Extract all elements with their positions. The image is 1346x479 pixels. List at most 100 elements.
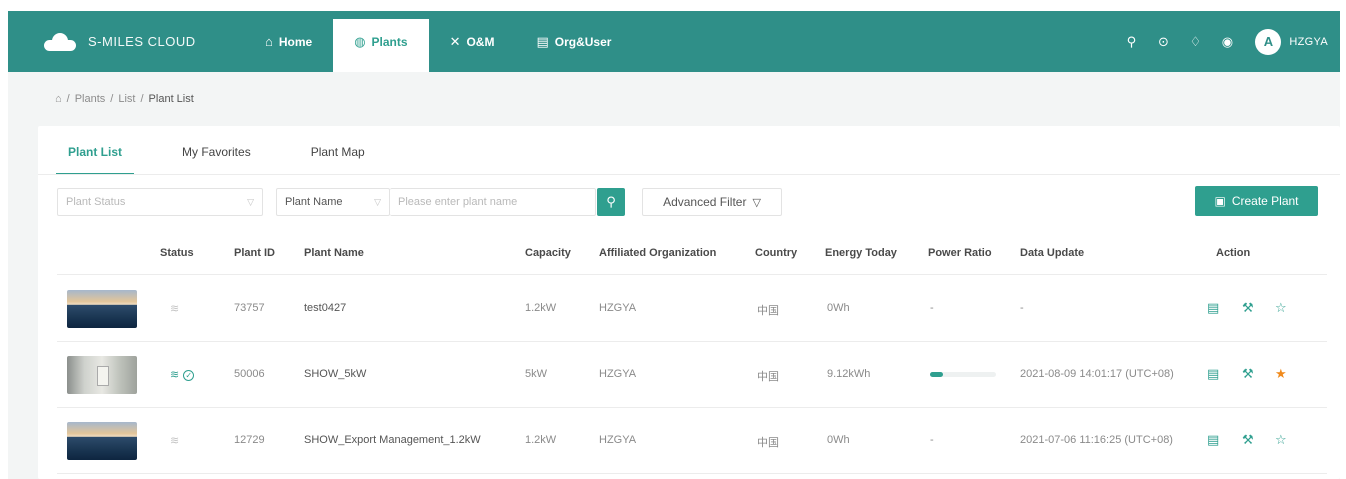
app-window: S-MILES CLOUD ⌂ Home ◍ Plants ✕ O&M ▤ Or… (0, 0, 1346, 479)
energy-today: 0Wh (827, 302, 850, 314)
tab-my-favorites[interactable]: My Favorites (152, 135, 281, 175)
table-row[interactable]: ≋ ✓ 50006 SHOW_5kW 5kW HZGYA 中国 9.12kWh 2… (57, 342, 1327, 408)
table-row[interactable]: ≋ 12729 SHOW_Export Management_1.2kW 1.2… (57, 408, 1327, 474)
star-outline-icon[interactable]: ☆ (1275, 300, 1287, 316)
report-icon[interactable]: ▤ (1207, 300, 1219, 316)
column-header-action: Action (1216, 247, 1251, 259)
tab-plant-map[interactable]: Plant Map (281, 135, 395, 175)
nav-item-label: Home (278, 34, 313, 49)
home-icon: ⌂ (265, 34, 273, 49)
column-header-plant-id: Plant ID (234, 247, 275, 259)
energy-today: 0Wh (827, 434, 850, 446)
column-header-status: Status (160, 247, 194, 259)
breadcrumb-item-plants[interactable]: Plants (75, 93, 106, 105)
energy-today: 9.12kWh (827, 368, 871, 380)
data-update-time: 2021-07-06 11:16:25 (UTC+08) (1020, 434, 1173, 446)
wifi-online-icon: ≋ ✓ (170, 368, 195, 381)
wifi-offline-icon: ≋ (170, 303, 180, 315)
tab-bar: Plant List My Favorites Plant Map (38, 135, 395, 175)
data-update-time: 2021-08-09 14:01:17 (UTC+08) (1020, 368, 1174, 380)
column-header-plant-name: Plant Name (304, 247, 364, 259)
advanced-filter-label: Advanced Filter (663, 195, 747, 209)
plant-thumbnail[interactable] (67, 290, 137, 328)
plant-status-placeholder: Plant Status (66, 196, 126, 208)
breadcrumb: ⌂ / Plants / List / Plant List (55, 93, 199, 105)
column-header-affiliated-organization: Affiliated Organization (599, 247, 717, 259)
plant-id: 12729 (234, 434, 265, 446)
power-ratio-bar (930, 372, 996, 377)
check-circle-icon: ✓ (183, 370, 195, 381)
filter-icon: ▽ (752, 196, 761, 209)
column-header-data-update: Data Update (1020, 247, 1085, 259)
wrench-icon[interactable]: ⚒ (1242, 432, 1254, 448)
top-nav: S-MILES CLOUD ⌂ Home ◍ Plants ✕ O&M ▤ Or… (8, 11, 1340, 72)
report-icon[interactable]: ▤ (1207, 366, 1219, 382)
username[interactable]: HZGYA (1289, 36, 1328, 48)
breadcrumb-separator: / (66, 93, 70, 105)
column-header-energy-today: Energy Today (825, 247, 897, 259)
tab-divider (38, 174, 1340, 175)
wrench-icon[interactable]: ⚒ (1242, 300, 1254, 316)
breadcrumb-item-list[interactable]: List (118, 93, 135, 105)
chevron-down-icon: ▽ (374, 196, 381, 207)
plant-capacity: 1.2kW (525, 434, 557, 446)
plant-organization: HZGYA (599, 434, 637, 446)
brand-name: S-MILES CLOUD (88, 34, 196, 49)
plant-capacity: 1.2kW (525, 302, 557, 314)
nav-item-label: O&M (466, 34, 495, 49)
nav-item-org-user[interactable]: ▤ Org&User (515, 11, 632, 72)
org-icon: ▤ (536, 33, 549, 49)
nav-item-plants[interactable]: ◍ Plants (333, 19, 429, 72)
nav-item-home[interactable]: ⌂ Home (244, 11, 333, 72)
help-icon[interactable]: ⊙ (1147, 34, 1179, 50)
plant-organization: HZGYA (599, 302, 637, 314)
tab-plant-list[interactable]: Plant List (38, 135, 152, 175)
chevron-down-icon: ▽ (247, 196, 254, 207)
tools-icon: ✕ (449, 33, 461, 49)
plant-name-input[interactable]: Please enter plant name (390, 188, 596, 216)
search-field-label: Plant Name (285, 196, 343, 208)
column-header-power-ratio: Power Ratio (928, 247, 992, 259)
plant-name-link[interactable]: test0427 (304, 302, 346, 314)
plant-organization: HZGYA (599, 368, 637, 380)
create-plant-button[interactable]: ▣ Create Plant (1195, 186, 1318, 216)
star-outline-icon[interactable]: ☆ (1275, 432, 1287, 448)
bell-icon[interactable]: ♢ (1179, 34, 1211, 50)
search-icon: ⚲ (606, 194, 616, 209)
plant-name-placeholder: Please enter plant name (398, 196, 518, 208)
advanced-filter-button[interactable]: Advanced Filter ▽ (642, 188, 782, 216)
wrench-icon[interactable]: ⚒ (1242, 366, 1254, 382)
nav-item-om[interactable]: ✕ O&M (429, 11, 516, 72)
plant-id: 73757 (234, 302, 265, 314)
plant-thumbnail[interactable] (67, 356, 137, 394)
avatar[interactable]: A (1255, 28, 1282, 55)
power-ratio-fill (930, 372, 944, 377)
language-globe-icon[interactable]: ◉ (1211, 34, 1243, 50)
plant-country: 中国 (757, 305, 779, 317)
power-ratio-text: - (930, 302, 934, 314)
home-outline-icon[interactable]: ⌂ (55, 93, 62, 105)
plant-name-link[interactable]: SHOW_5kW (304, 368, 366, 380)
column-header-capacity: Capacity (525, 247, 571, 259)
search-icon[interactable]: ⚲ (1115, 34, 1147, 50)
plant-status-select[interactable]: Plant Status ▽ (57, 188, 263, 216)
cloud-logo-icon (44, 32, 76, 51)
search-field-select[interactable]: Plant Name ▽ (276, 188, 390, 216)
breadcrumb-item-current: Plant List (148, 93, 194, 105)
plant-country: 中国 (757, 437, 779, 449)
star-filled-icon[interactable]: ★ (1275, 366, 1287, 382)
table-row[interactable]: ≋ 73757 test0427 1.2kW HZGYA 中国 0Wh - - … (57, 276, 1327, 342)
globe-icon: ◍ (354, 33, 366, 49)
plant-name-link[interactable]: SHOW_Export Management_1.2kW (304, 434, 481, 446)
report-icon[interactable]: ▤ (1207, 432, 1219, 448)
brand[interactable]: S-MILES CLOUD (44, 32, 244, 51)
search-button[interactable]: ⚲ (597, 188, 625, 216)
plant-country: 中国 (757, 371, 779, 383)
nav-item-label: Org&User (554, 34, 612, 49)
plant-thumbnail[interactable] (67, 422, 137, 460)
column-header-country: Country (755, 247, 798, 259)
create-plant-label: Create Plant (1231, 194, 1299, 208)
breadcrumb-separator: / (140, 93, 144, 105)
table-header: Status Plant ID Plant Name Capacity Affi… (57, 232, 1327, 275)
plant-capacity: 5kW (525, 368, 547, 380)
